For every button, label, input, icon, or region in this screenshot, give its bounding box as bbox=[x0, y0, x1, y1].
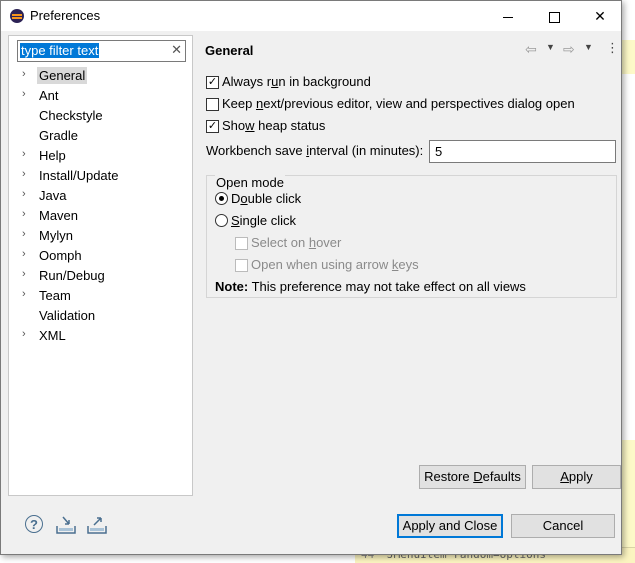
tree-item-label: Java bbox=[39, 188, 67, 203]
expand-arrow-icon[interactable]: › bbox=[22, 328, 26, 340]
minimize-icon bbox=[503, 16, 513, 18]
expand-arrow-icon[interactable]: › bbox=[22, 188, 26, 200]
maximize-button[interactable] bbox=[531, 1, 577, 31]
open-mode-group: Open mode Double click Single click Sele… bbox=[206, 175, 617, 298]
close-icon: ✕ bbox=[594, 8, 606, 24]
tree-item-java[interactable]: › Java bbox=[9, 186, 192, 206]
expand-arrow-icon[interactable]: › bbox=[22, 88, 26, 100]
tree-item-label: Gradle bbox=[39, 128, 79, 143]
tree-item-ant[interactable]: › Ant bbox=[9, 86, 192, 106]
save-interval-label: Workbench save interval (in minutes): bbox=[206, 143, 424, 158]
preferences-tree-pane: type filter text ✕ › General › Ant Checkst… bbox=[8, 35, 193, 496]
checkbox-checked-icon[interactable]: ✓ bbox=[206, 120, 219, 133]
checkbox-unchecked-icon[interactable] bbox=[235, 237, 248, 250]
checkbox-label: Show heap status bbox=[222, 118, 326, 133]
tree-item-install-update[interactable]: › Install/Update bbox=[9, 166, 192, 186]
minimize-button[interactable] bbox=[485, 1, 531, 31]
radio-label: Double click bbox=[231, 191, 302, 206]
checkbox-checked-icon[interactable]: ✓ bbox=[206, 76, 219, 89]
eclipse-icon bbox=[10, 9, 24, 23]
tree-item-team[interactable]: › Team bbox=[9, 286, 192, 306]
tree-item-general[interactable]: › General bbox=[9, 66, 192, 86]
tree-item-label: Maven bbox=[39, 208, 79, 223]
filter-input[interactable]: type filter text ✕ bbox=[17, 40, 186, 62]
tree-item-label: Checkstyle bbox=[39, 108, 103, 123]
checkbox-unchecked-icon[interactable] bbox=[206, 98, 219, 111]
expand-arrow-icon[interactable]: › bbox=[22, 268, 26, 280]
back-arrow-icon[interactable]: ⇦ bbox=[525, 41, 537, 58]
checkbox-label: Select on hover bbox=[251, 235, 342, 250]
expand-arrow-icon[interactable]: › bbox=[22, 208, 26, 220]
radio-label: Single click bbox=[231, 213, 297, 228]
background-editor bbox=[620, 0, 635, 562]
clear-filter-icon[interactable]: ✕ bbox=[171, 42, 182, 58]
help-icon[interactable]: ? bbox=[25, 515, 43, 533]
radio-unselected-icon[interactable] bbox=[215, 214, 228, 227]
tree-item-xml[interactable]: › XML bbox=[9, 326, 192, 346]
expand-arrow-icon[interactable]: › bbox=[22, 68, 26, 80]
tree-item-gradle[interactable]: Gradle bbox=[9, 126, 192, 146]
tree-item-maven[interactable]: › Maven bbox=[9, 206, 192, 226]
back-dropdown-icon[interactable]: ▼ bbox=[546, 42, 555, 52]
page-title: General bbox=[205, 43, 254, 58]
tree-item-run-debug[interactable]: › Run/Debug bbox=[9, 266, 192, 286]
cancel-button[interactable]: Cancel bbox=[511, 514, 615, 538]
expand-arrow-icon[interactable]: › bbox=[22, 288, 26, 300]
group-title: Open mode bbox=[215, 175, 285, 190]
open-mode-note: Note: This preference may not take effec… bbox=[215, 279, 526, 294]
general-preferences-page: ✓ Always run in background Keep next/pre… bbox=[194, 65, 620, 495]
tree-item-label: Help bbox=[39, 148, 66, 163]
tree-item-oomph[interactable]: › Oomph bbox=[9, 246, 192, 266]
save-interval-input[interactable]: 5 bbox=[429, 140, 616, 163]
checkbox-label: Keep next/previous editor, view and pers… bbox=[222, 96, 575, 111]
tree-item-label: XML bbox=[39, 328, 66, 343]
expand-arrow-icon[interactable]: › bbox=[22, 148, 26, 160]
close-button[interactable]: ✕ bbox=[577, 1, 623, 31]
tree-item-checkstyle[interactable]: Checkstyle bbox=[9, 106, 192, 126]
tree-item-label: Run/Debug bbox=[39, 268, 105, 283]
checkbox-label: Open when using arrow keys bbox=[251, 257, 419, 272]
checkbox-unchecked-icon[interactable] bbox=[235, 259, 248, 272]
import-preferences-icon[interactable] bbox=[55, 515, 76, 535]
title-bar[interactable]: Preferences ✕ bbox=[1, 1, 621, 31]
preferences-dialog: Preferences ✕ type filter text ✕ › Genera… bbox=[0, 0, 622, 555]
radio-selected-icon[interactable] bbox=[215, 192, 228, 205]
apply-and-close-button[interactable]: Apply and Close bbox=[397, 514, 503, 538]
save-interval-value: 5 bbox=[435, 144, 443, 159]
export-preferences-icon[interactable] bbox=[86, 515, 107, 535]
apply-button[interactable]: Apply bbox=[532, 465, 621, 489]
tree-item-validation[interactable]: Validation bbox=[9, 306, 192, 326]
view-menu-icon[interactable]: ⋮ bbox=[606, 40, 619, 56]
tree-item-label: Mylyn bbox=[39, 228, 73, 243]
forward-dropdown-icon[interactable]: ▼ bbox=[584, 42, 593, 52]
tree-item-label: Ant bbox=[39, 88, 59, 103]
expand-arrow-icon[interactable]: › bbox=[22, 228, 26, 240]
checkbox-label: Always run in background bbox=[222, 74, 371, 89]
restore-defaults-button[interactable]: Restore Defaults bbox=[419, 465, 526, 489]
page-header: General ⇦ ▼ ⇨ ▼ ⋮ bbox=[194, 35, 620, 65]
tree-item-label: Validation bbox=[39, 308, 96, 323]
tree-item-label: Oomph bbox=[39, 248, 82, 263]
tree-item-label: General bbox=[37, 67, 88, 84]
expand-arrow-icon[interactable]: › bbox=[22, 168, 26, 180]
tree-item-label: Team bbox=[39, 288, 71, 303]
expand-arrow-icon[interactable]: › bbox=[22, 248, 26, 260]
forward-arrow-icon[interactable]: ⇨ bbox=[563, 41, 575, 58]
filter-text: type filter text bbox=[20, 43, 100, 58]
tree-item-mylyn[interactable]: › Mylyn bbox=[9, 226, 192, 246]
maximize-icon bbox=[548, 11, 560, 23]
window-title: Preferences bbox=[30, 8, 101, 23]
tree-item-label: Install/Update bbox=[39, 168, 119, 183]
pane-divider[interactable] bbox=[192, 35, 193, 494]
tree-item-help[interactable]: › Help bbox=[9, 146, 192, 166]
